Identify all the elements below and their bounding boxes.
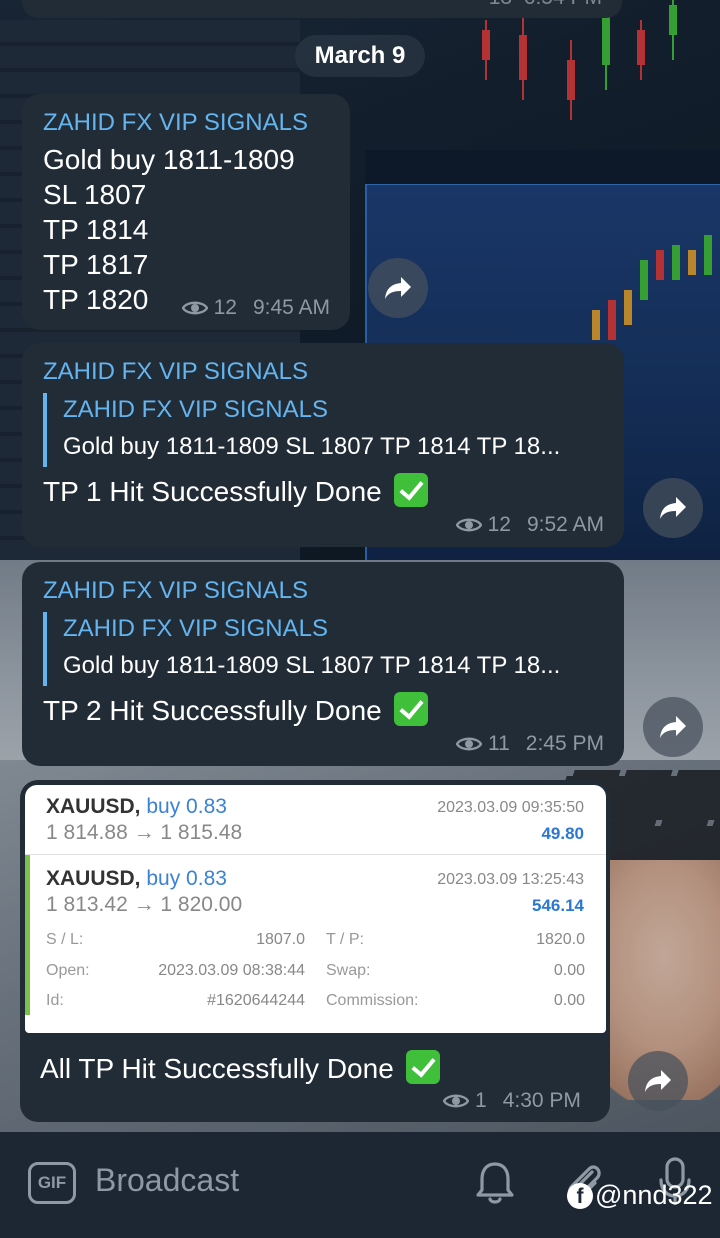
forward-arrow-icon: [385, 277, 411, 299]
swap-label: Swap:: [326, 962, 371, 979]
message-line: TP 1814: [43, 214, 149, 245]
message-time: 4:30 PM: [502, 1089, 581, 1112]
gif-button[interactable]: GIF: [28, 1162, 76, 1204]
message-line: SL 1807: [43, 179, 147, 210]
trade-side: buy 0.83: [146, 795, 227, 818]
views-count: 12: [213, 296, 237, 319]
forward-button[interactable]: [628, 1051, 688, 1111]
views-count: 11: [487, 732, 510, 755]
trade-side: buy 0.83: [146, 867, 227, 890]
message-meta: 12 9:52 AM: [455, 513, 604, 537]
sl-label: S / L:: [46, 931, 84, 948]
trade-profit: 546.14: [532, 896, 584, 915]
message-bubble-tp2[interactable]: ZAHID FX VIP SIGNALS ZAHID FX VIP SIGNAL…: [22, 562, 624, 766]
trade-prices: 1 814.88 → 1 815.48: [46, 821, 243, 844]
reply-preview[interactable]: ZAHID FX VIP SIGNALS Gold buy 1811-1809 …: [43, 612, 604, 686]
previous-message-views: 13: [489, 0, 512, 9]
broadcast-input[interactable]: Broadcast: [95, 1162, 239, 1199]
reply-text: Gold buy 1811-1809 SL 1807 TP 1814 TP 18…: [63, 433, 561, 460]
message-line: TP 1817: [43, 249, 149, 280]
reply-preview[interactable]: ZAHID FX VIP SIGNALS Gold buy 1811-1809 …: [43, 393, 604, 467]
views-eye-icon: [455, 518, 482, 532]
previous-message-fragment: 13 6:54 PM: [22, 0, 622, 18]
tp-value: 1820.0: [536, 931, 585, 948]
reply-text: Gold buy 1811-1809 SL 1807 TP 1814 TP 18…: [63, 652, 561, 679]
views-eye-icon: [443, 1094, 469, 1108]
previous-message-meta: 13 6:54 PM: [489, 0, 602, 10]
message-sender[interactable]: ZAHID FX VIP SIGNALS: [43, 574, 604, 608]
check-mark-icon: [405, 1050, 440, 1084]
message-time: 9:52 AM: [526, 513, 604, 536]
trade-symbol: XAUUSD, buy 0.83: [46, 867, 227, 890]
watermark-text: @nnd322: [595, 1180, 713, 1210]
reply-sender: ZAHID FX VIP SIGNALS: [63, 396, 328, 423]
forward-arrow-icon: [645, 1070, 671, 1092]
message-meta: 1 4:30 PM: [443, 1089, 581, 1113]
facebook-icon: f: [567, 1182, 593, 1209]
forward-button[interactable]: [643, 697, 703, 757]
message-line: Gold buy 1811-1809: [43, 144, 295, 175]
message-time: 2:45 PM: [525, 732, 604, 755]
views-count: 12: [487, 513, 511, 536]
date-separator: March 9: [295, 35, 425, 77]
message-text-content: TP 2 Hit Successfully Done: [43, 695, 382, 726]
bell-icon[interactable]: [474, 1160, 516, 1206]
check-mark-icon: [393, 692, 428, 726]
swap-value: 0.00: [553, 962, 585, 979]
message-caption: All TP Hit Successfully Done: [40, 1050, 440, 1086]
watermark: f @nnd322: [567, 1180, 713, 1211]
open-label: Open:: [46, 962, 90, 979]
message-meta: 11 2:45 PM: [455, 732, 604, 756]
trade-profit: 49.80: [541, 824, 584, 843]
message-bubble-signal[interactable]: ZAHID FX VIP SIGNALS Gold buy 1811-1809 …: [22, 94, 350, 330]
message-text-content: All TP Hit Successfully Done: [40, 1053, 394, 1084]
commission-value: 0.00: [553, 992, 585, 1009]
message-meta: 12 9:45 AM: [181, 296, 330, 320]
trade-prices: 1 813.42 → 1 820.00: [46, 893, 243, 916]
message-text: TP 1 Hit Successfully Done: [43, 473, 604, 509]
trade-history-screenshot[interactable]: XAUUSD, buy 0.83 1 814.88 → 1 815.48 202…: [25, 785, 606, 1033]
views-eye-icon: [181, 301, 208, 315]
check-mark-icon: [393, 473, 428, 507]
views-count: 1: [475, 1089, 487, 1112]
message-text-content: TP 1 Hit Successfully Done: [43, 476, 382, 507]
open-value: 2023.03.09 08:38:44: [158, 962, 305, 979]
previous-message-time: 6:54 PM: [524, 0, 602, 9]
trade-symbol: XAUUSD, buy 0.83: [46, 795, 227, 818]
message-sender[interactable]: ZAHID FX VIP SIGNALS: [43, 355, 604, 389]
views-eye-icon: [455, 737, 482, 751]
forward-arrow-icon: [660, 716, 686, 738]
trade-datetime: 2023.03.09 09:35:50: [437, 799, 584, 816]
message-text: TP 2 Hit Successfully Done: [43, 692, 604, 728]
forward-button[interactable]: [643, 478, 703, 538]
message-bubble-tp1[interactable]: ZAHID FX VIP SIGNALS ZAHID FX VIP SIGNAL…: [22, 343, 624, 547]
message-time: 9:45 AM: [252, 296, 330, 319]
id-label: Id:: [46, 992, 64, 1009]
trade-datetime: 2023.03.09 13:25:43: [437, 871, 584, 888]
id-value: #1620644244: [207, 992, 305, 1009]
message-sender[interactable]: ZAHID FX VIP SIGNALS: [43, 106, 330, 140]
selected-trade-indicator: [25, 855, 30, 1015]
commission-label: Commission:: [326, 992, 419, 1009]
forward-arrow-icon: [660, 497, 686, 519]
tp-label: T / P:: [326, 931, 364, 948]
sl-value: 1807.0: [256, 931, 305, 948]
forward-button[interactable]: [368, 258, 428, 318]
reply-sender: ZAHID FX VIP SIGNALS: [63, 615, 328, 642]
